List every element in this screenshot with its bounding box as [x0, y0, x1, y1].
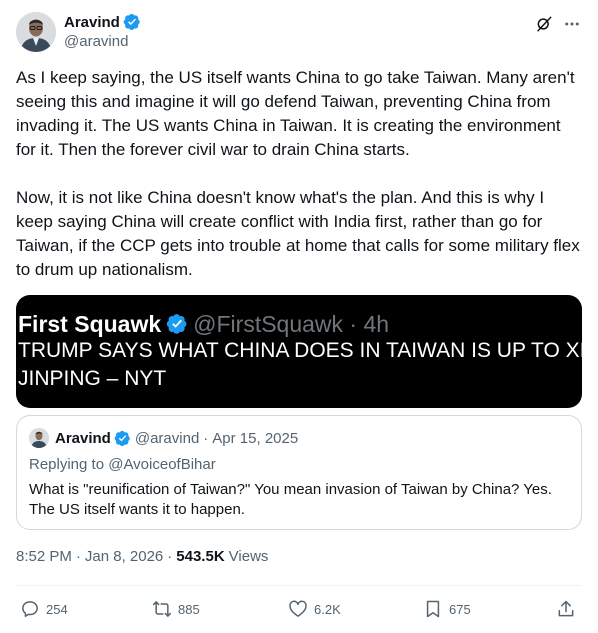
quoted-post-date: Apr 15, 2025: [212, 429, 299, 447]
avatar[interactable]: [16, 12, 56, 52]
share-button[interactable]: [556, 596, 576, 622]
share-icon: [558, 600, 574, 617]
separator-dot: ·: [203, 429, 209, 447]
bookmark-count: 675: [449, 601, 471, 617]
repost-button[interactable]: 885: [152, 596, 200, 622]
post-text: As I keep saying, the US itself wants Ch…: [16, 66, 582, 282]
post-header: Aravind @aravind: [16, 12, 582, 56]
verified-badge-icon: [123, 13, 140, 31]
post-meta: 8:52 PM · Jan 8, 2026 · 543.5K Views: [16, 548, 268, 565]
quoted-author-name: Aravind: [55, 429, 111, 447]
verified-badge-icon: [114, 430, 130, 446]
repost-icon: [152, 601, 172, 617]
like-icon: [289, 600, 307, 617]
post-paragraph: As I keep saying, the US itself wants Ch…: [16, 68, 575, 159]
like-count: 6.2K: [314, 601, 341, 617]
separator-dot: ·: [75, 548, 81, 565]
bookmark-button[interactable]: 675: [423, 596, 471, 622]
separator-dot: ·: [167, 548, 173, 565]
replying-to: Replying to @AvoiceofBihar: [29, 456, 216, 473]
reply-button[interactable]: 254: [20, 596, 68, 622]
quoted-post-header: Aravind @aravind · Apr 15, 2025: [29, 428, 298, 448]
views-label: Views: [228, 548, 269, 565]
media-image[interactable]: First Squawk @FirstSquawk · 4h TRUMP SAY…: [16, 295, 582, 408]
more-icon[interactable]: [562, 14, 582, 34]
action-bar: 254 885 6.2K 675: [16, 596, 582, 622]
divider: [16, 585, 582, 586]
post-date[interactable]: Jan 8, 2026: [85, 548, 163, 565]
bookmark-icon: [426, 600, 440, 618]
quoted-post-text: What is "reunification of Taiwan?" You m…: [29, 481, 552, 518]
header-icons: [534, 14, 582, 34]
media-account-meta: @FirstSquawk · 4h: [193, 311, 390, 337]
quoted-author-handle: @aravind: [134, 429, 200, 447]
author-block: Aravind @aravind: [64, 12, 141, 50]
reply-count: 254: [46, 601, 68, 617]
author-name[interactable]: Aravind: [64, 14, 120, 31]
post-time[interactable]: 8:52 PM: [16, 548, 72, 565]
media-account-line: First Squawk @FirstSquawk · 4h: [18, 310, 389, 338]
like-button[interactable]: 6.2K: [288, 596, 341, 622]
author-handle[interactable]: @aravind: [64, 33, 141, 50]
post-paragraph: Now, it is not like China doesn't know w…: [16, 188, 580, 279]
views-count: 543.5K: [176, 548, 225, 565]
reply-icon: [22, 601, 38, 617]
avatar: [29, 428, 49, 448]
verified-badge-icon: [166, 314, 187, 334]
quoted-post[interactable]: Aravind @aravind · Apr 15, 2025 Replying…: [16, 415, 582, 530]
media-account-name: First Squawk: [18, 311, 162, 337]
repost-count: 885: [178, 601, 200, 617]
media-headline: TRUMP SAYS WHAT CHINA DOES IN TAIWAN IS …: [18, 339, 582, 390]
grok-icon[interactable]: [534, 14, 554, 34]
